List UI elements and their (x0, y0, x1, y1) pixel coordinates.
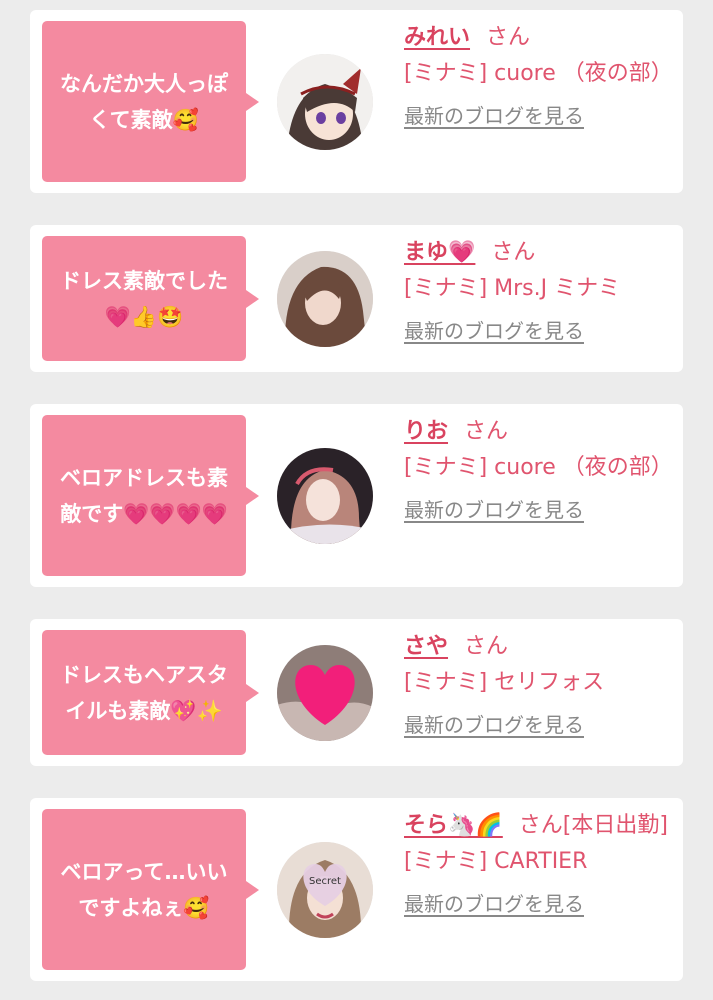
comment-bubble: ベロアドレスも素 敵です💗💗💗💗 (42, 415, 259, 576)
name-line: りお さん (404, 414, 674, 450)
shop-name: [ミナミ] cuore （夜の部） (404, 455, 673, 480)
cast-name-link[interactable]: まゆ💗 (404, 240, 475, 265)
name-line: そら🦄🌈 さん[本日出勤] (404, 808, 674, 844)
secret-label: Secret (309, 876, 341, 887)
card-info: りお さん [ミナミ] cuore （夜の部） 最新のブログを見る (404, 414, 674, 523)
honorific: さん (491, 240, 536, 265)
comment-card: ドレスもヘアスタ イルも素敵💖✨ さや さん [ミナミ] セリフォス 最新のブログ… (30, 619, 683, 766)
comment-bubble: ドレスもヘアスタ イルも素敵💖✨ (42, 630, 259, 755)
comment-bubble: なんだか大人っぽ くて素敵🥰 (42, 21, 259, 182)
cast-name-link[interactable]: みれい (404, 25, 470, 50)
shop-name: [ミナミ] cuore （夜の部） (404, 61, 673, 86)
comment-bubble: ベロアって…いい ですよねぇ🥰 (42, 809, 259, 970)
name-line: まゆ💗 さん (404, 235, 674, 271)
cast-name-link[interactable]: りお (404, 419, 448, 444)
comment-text: なんだか大人っぽ くて素敵🥰 (60, 71, 228, 132)
blog-link[interactable]: 最新のブログを見る (404, 888, 584, 917)
anime-girl-avatar[interactable] (277, 54, 373, 150)
honorific: さん (464, 634, 509, 659)
shop-name: [ミナミ] Mrs.J ミナミ (404, 276, 621, 301)
card-info: まゆ💗 さん [ミナミ] Mrs.J ミナミ 最新のブログを見る (404, 235, 674, 344)
card-info: そら🦄🌈 さん[本日出勤] [ミナミ] CARTIER 最新のブログを見る (404, 808, 674, 917)
blog-link[interactable]: 最新のブログを見る (404, 709, 584, 738)
comment-card: なんだか大人っぽ くて素敵🥰 みれい さん [ミナミ] cuore （夜の部） 最… (30, 10, 683, 193)
card-info: さや さん [ミナミ] セリフォス 最新のブログを見る (404, 629, 674, 738)
heart-covered-photo-avatar[interactable] (277, 645, 373, 741)
comment-text: ドレスもヘアスタ イルも素敵💖✨ (60, 662, 228, 723)
blog-link[interactable]: 最新のブログを見る (404, 494, 584, 523)
woman-photo-avatar[interactable] (277, 251, 373, 347)
blog-link[interactable]: 最新のブログを見る (404, 100, 584, 129)
honorific: さん (486, 25, 531, 50)
comment-text: ベロアって…いい ですよねぇ🥰 (60, 859, 228, 920)
name-line: みれい さん (404, 20, 674, 56)
comment-card: ベロアドレスも素 敵です💗💗💗💗 りお さん [ミナミ] cuore （夜の部） … (30, 404, 683, 587)
name-line: さや さん (404, 629, 674, 665)
shop-name: [ミナミ] セリフォス (404, 670, 605, 695)
card-info: みれい さん [ミナミ] cuore （夜の部） 最新のブログを見る (404, 20, 674, 129)
comment-text: ベロアドレスも素 敵です💗💗💗💗 (60, 465, 228, 526)
honorific: さん[本日出勤] (518, 813, 668, 838)
comment-text: ドレス素敵でした 💗👍🤩 (60, 268, 228, 329)
comment-card: ドレス素敵でした 💗👍🤩 まゆ💗 さん [ミナミ] Mrs.J ミナミ 最新のブロ… (30, 225, 683, 372)
cast-name-link[interactable]: さや (404, 634, 448, 659)
secret-heart-photo-avatar[interactable]: Secret (277, 842, 373, 938)
honorific: さん (464, 419, 509, 444)
blog-link[interactable]: 最新のブログを見る (404, 315, 584, 344)
woman-photo-avatar[interactable] (277, 448, 373, 544)
cast-name-link[interactable]: そら🦄🌈 (404, 813, 503, 838)
shop-name: [ミナミ] CARTIER (404, 849, 588, 874)
comment-card: ベロアって…いい ですよねぇ🥰 Secret そら🦄🌈 さん[本日出勤] [ミナミ… (30, 798, 683, 981)
comment-bubble: ドレス素敵でした 💗👍🤩 (42, 236, 259, 361)
